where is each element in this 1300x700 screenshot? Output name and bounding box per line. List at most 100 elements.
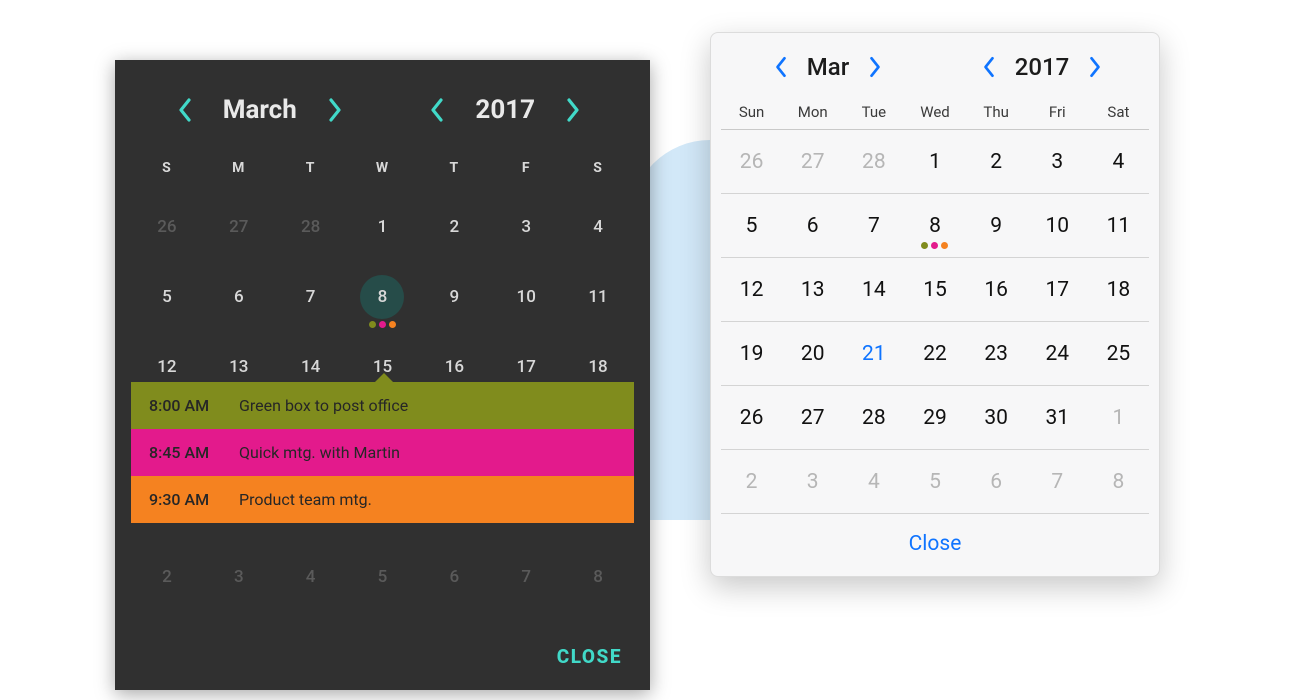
day-number: 20 (801, 342, 825, 366)
day-cell[interactable]: 23 (966, 322, 1027, 386)
day-cell[interactable]: 6 (418, 542, 490, 612)
day-cell[interactable]: 31 (1027, 386, 1088, 450)
day-cell[interactable]: 28 (843, 130, 904, 194)
day-cell[interactable]: 20 (782, 322, 843, 386)
day-cell[interactable]: 8 (1088, 450, 1149, 514)
day-cell[interactable]: 26 (721, 386, 782, 450)
day-number: 6 (234, 287, 244, 307)
day-cell[interactable]: 18 (1088, 258, 1149, 322)
day-cell[interactable]: 27 (782, 386, 843, 450)
day-cell[interactable]: 24 (1027, 322, 1088, 386)
day-number: 5 (929, 470, 941, 494)
day-cell[interactable]: 8 (904, 194, 965, 258)
day-cell[interactable]: 22 (904, 322, 965, 386)
close-button[interactable]: Close (909, 532, 962, 556)
day-number: 7 (868, 214, 880, 238)
day-cell[interactable]: 1 (1088, 386, 1149, 450)
day-cell[interactable]: 6 (203, 262, 275, 332)
close-button[interactable]: CLOSE (557, 645, 622, 668)
day-number: 1 (929, 150, 941, 174)
day-cell[interactable]: 2 (418, 192, 490, 262)
day-cell[interactable]: 3 (1027, 130, 1088, 194)
day-cell[interactable]: 14 (843, 258, 904, 322)
event-row[interactable]: 8:00 AMGreen box to post office (131, 382, 634, 429)
event-title: Quick mtg. with Martin (239, 443, 400, 462)
day-number: 31 (1045, 406, 1069, 430)
day-cell[interactable]: 27 (203, 192, 275, 262)
day-cell[interactable]: 3 (490, 192, 562, 262)
day-cell[interactable]: 29 (904, 386, 965, 450)
prev-month-button[interactable] (165, 90, 205, 130)
day-cell[interactable]: 6 (782, 194, 843, 258)
day-number: 4 (1113, 150, 1125, 174)
day-number: 6 (450, 567, 460, 587)
event-title: Product team mtg. (239, 490, 372, 509)
prev-year-button[interactable] (969, 47, 1009, 87)
event-time: 8:00 AM (149, 396, 239, 415)
day-cell[interactable]: 13 (782, 258, 843, 322)
day-cell[interactable]: 1 (347, 192, 419, 262)
day-cell[interactable]: 10 (1027, 194, 1088, 258)
day-cell[interactable]: 2 (131, 542, 203, 612)
day-cell[interactable]: 30 (966, 386, 1027, 450)
day-cell[interactable]: 9 (966, 194, 1027, 258)
day-cell[interactable]: 4 (275, 542, 347, 612)
day-cell[interactable]: 21 (843, 322, 904, 386)
day-cell[interactable]: 1 (904, 130, 965, 194)
event-row[interactable]: 9:30 AMProduct team mtg. (131, 476, 634, 523)
day-cell[interactable]: 7 (843, 194, 904, 258)
day-cell[interactable]: 8 (347, 262, 419, 332)
day-cell[interactable]: 15 (904, 258, 965, 322)
day-cell[interactable]: 9 (418, 262, 490, 332)
day-cell[interactable]: 5 (347, 542, 419, 612)
day-cell[interactable]: 4 (843, 450, 904, 514)
event-dot-icon (921, 242, 928, 249)
day-cell[interactable]: 16 (966, 258, 1027, 322)
day-cell[interactable]: 2 (966, 130, 1027, 194)
day-cell[interactable]: 7 (275, 262, 347, 332)
day-cell[interactable]: 28 (275, 192, 347, 262)
day-cell[interactable]: 6 (966, 450, 1027, 514)
day-number: 26 (740, 406, 764, 430)
day-number: 4 (868, 470, 880, 494)
day-cell[interactable]: 11 (1088, 194, 1149, 258)
day-cell[interactable]: 26 (721, 130, 782, 194)
day-cell[interactable]: 10 (490, 262, 562, 332)
event-row[interactable]: 8:45 AMQuick mtg. with Martin (131, 429, 634, 476)
day-cell[interactable]: 3 (782, 450, 843, 514)
chevron-right-icon (868, 56, 882, 78)
day-cell[interactable]: 7 (1027, 450, 1088, 514)
day-number: 15 (923, 278, 947, 302)
day-number: 2 (450, 217, 460, 237)
day-cell[interactable]: 2 (721, 450, 782, 514)
day-cell[interactable]: 11 (562, 262, 634, 332)
next-year-button[interactable] (553, 90, 593, 130)
day-cell[interactable]: 5 (721, 194, 782, 258)
day-cell[interactable]: 5 (904, 450, 965, 514)
day-cell[interactable]: 4 (1088, 130, 1149, 194)
day-cell[interactable]: 8 (562, 542, 634, 612)
day-cell[interactable]: 4 (562, 192, 634, 262)
day-cell[interactable]: 12 (721, 258, 782, 322)
day-cell[interactable]: 5 (131, 262, 203, 332)
day-cell[interactable]: 28 (843, 386, 904, 450)
prev-month-button[interactable] (761, 47, 801, 87)
day-cell[interactable]: 7 (490, 542, 562, 612)
day-cell[interactable]: 25 (1088, 322, 1149, 386)
day-cell[interactable]: 19 (721, 322, 782, 386)
weekday-label: T (418, 150, 490, 190)
next-year-button[interactable] (1075, 47, 1115, 87)
prev-year-button[interactable] (417, 90, 457, 130)
day-cell[interactable]: 17 (1027, 258, 1088, 322)
day-cell[interactable]: 26 (131, 192, 203, 262)
day-cell[interactable]: 27 (782, 130, 843, 194)
day-number: 3 (234, 567, 244, 587)
next-month-button[interactable] (315, 90, 355, 130)
day-cell[interactable]: 3 (203, 542, 275, 612)
event-dot-icon (931, 242, 938, 249)
year-nav: 2017 (935, 47, 1149, 87)
weekday-label: S (562, 150, 634, 190)
day-number: 8 (378, 287, 388, 307)
next-month-button[interactable] (855, 47, 895, 87)
day-number: 26 (740, 150, 764, 174)
